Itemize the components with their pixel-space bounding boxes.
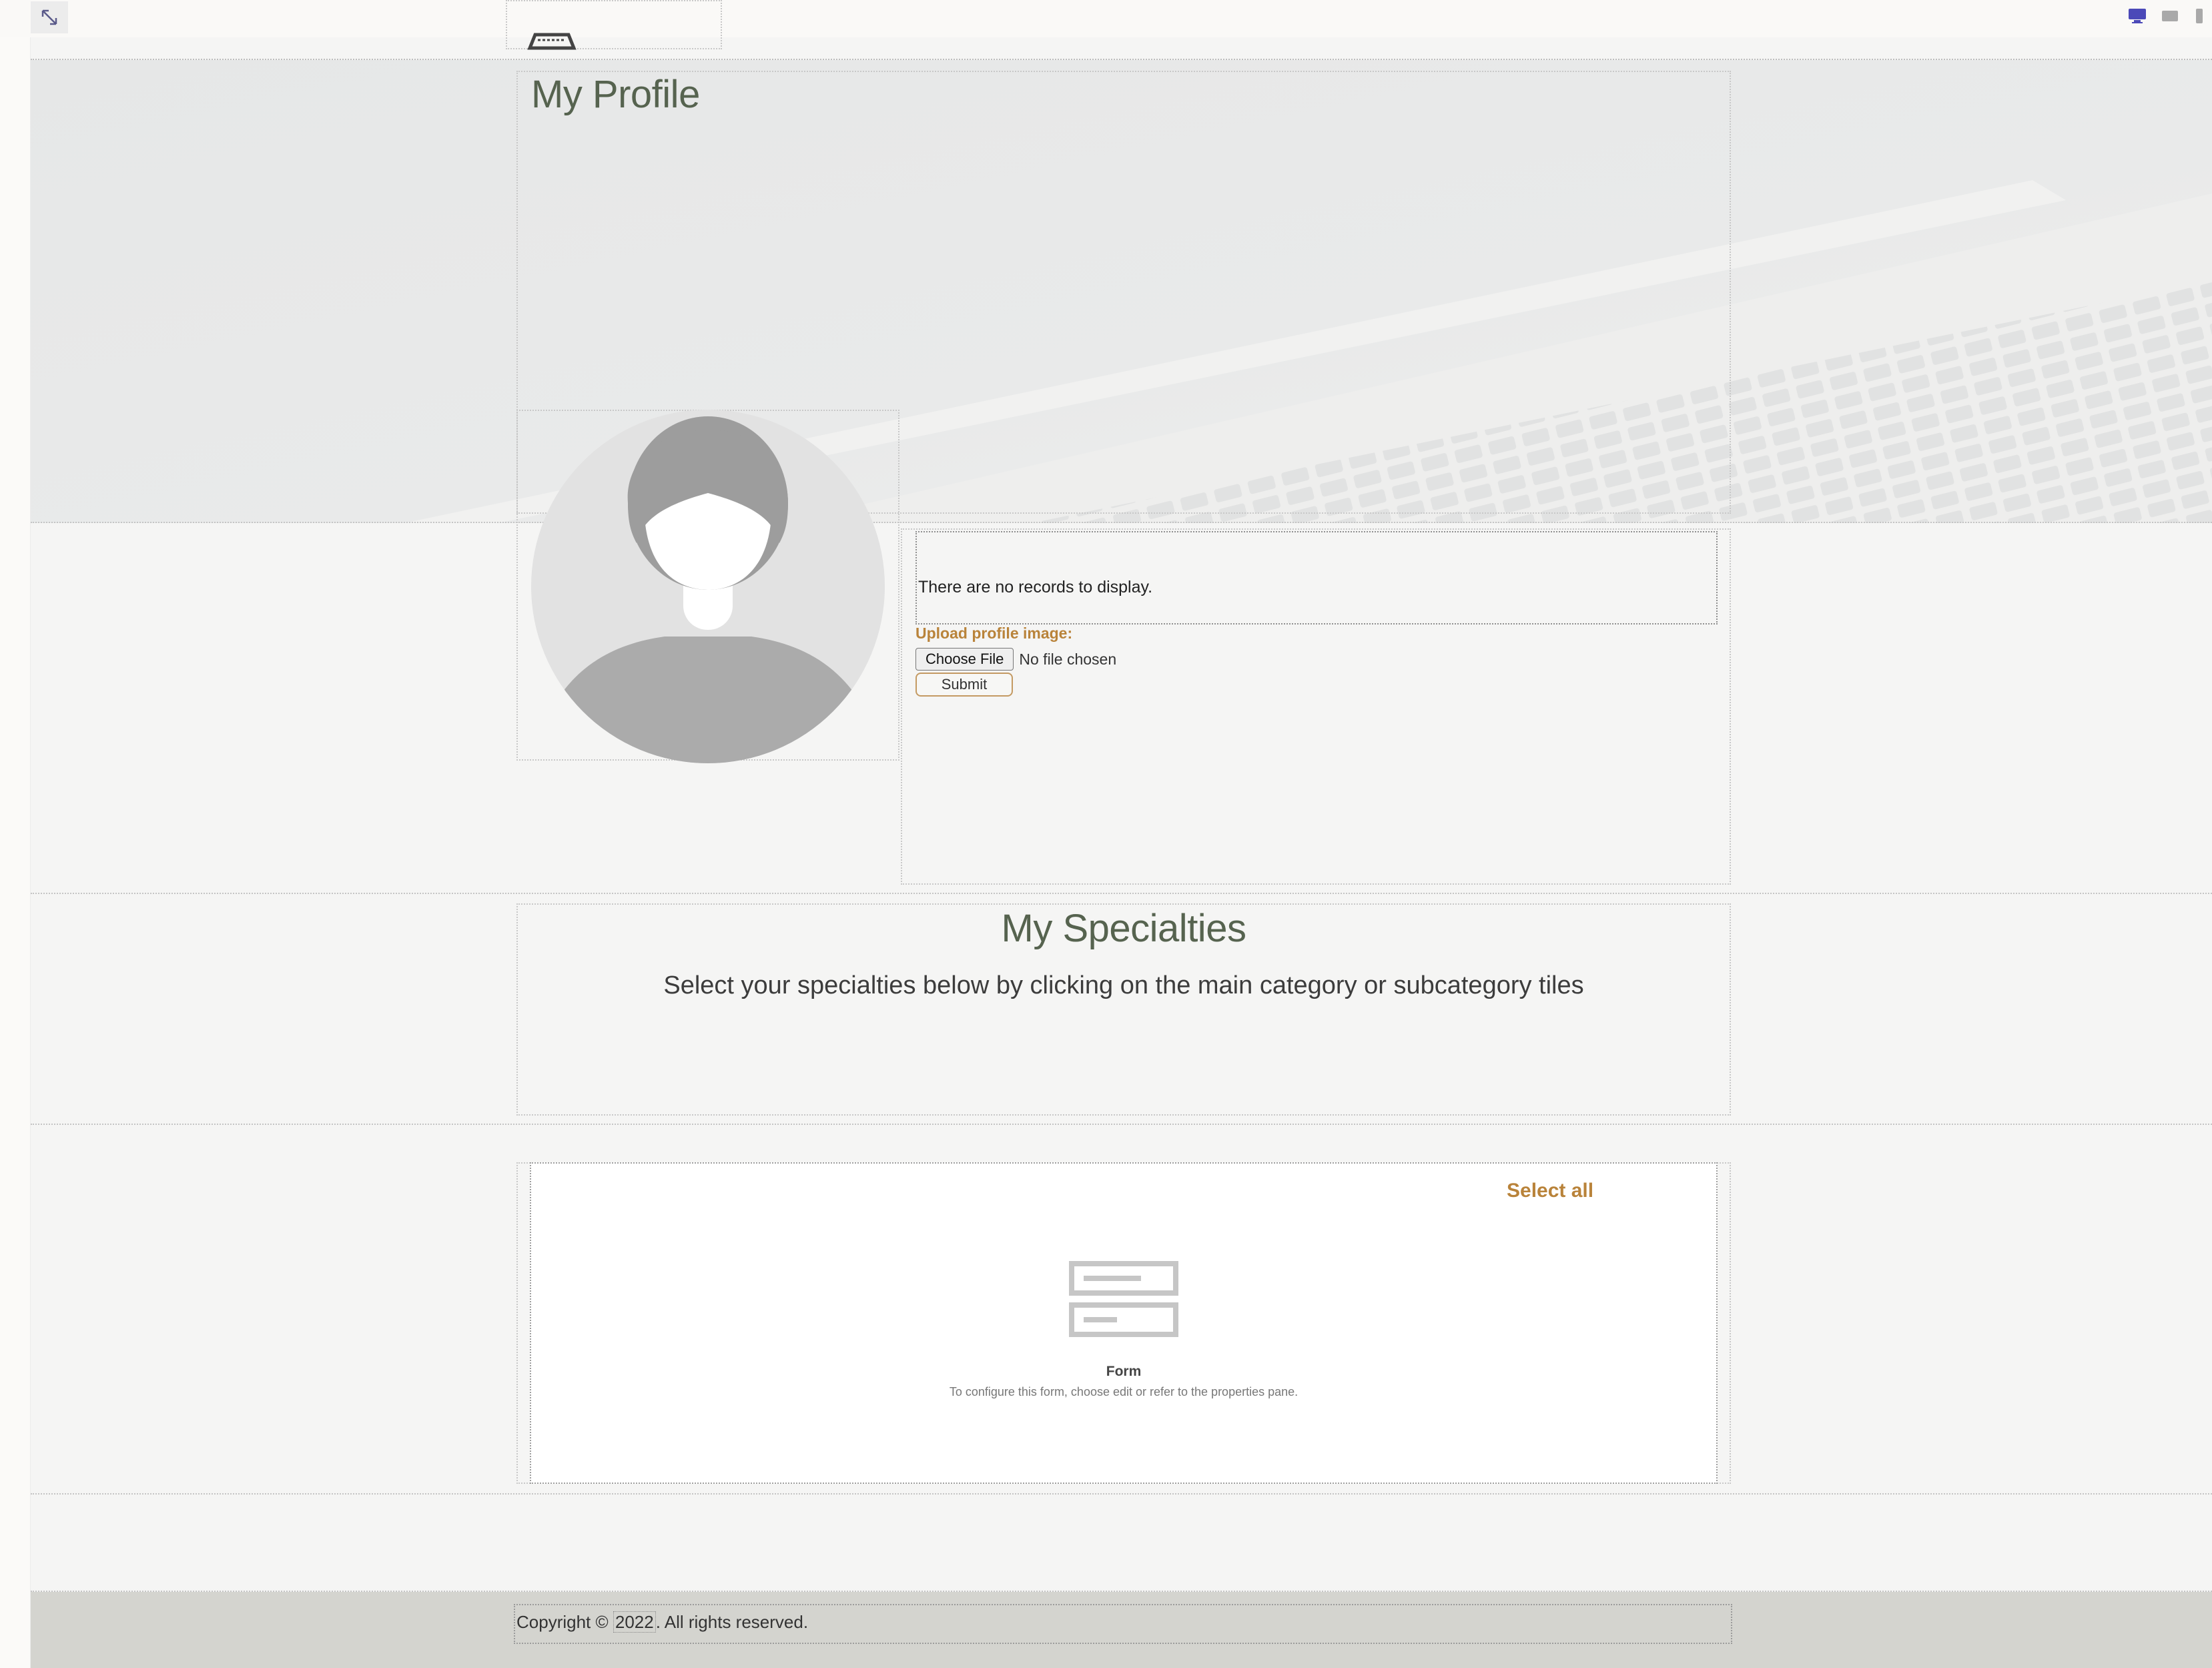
file-input-row: Choose File No file chosen (915, 647, 1116, 671)
copyright-prefix: Copyright © (516, 1612, 613, 1632)
copyright-text: Copyright © 2022. All rights reserved. (516, 1611, 809, 1633)
logo-icon (527, 33, 577, 50)
form-placeholder-title: Form (1106, 1364, 1142, 1379)
logo-placeholder[interactable] (506, 0, 722, 50)
left-rail (0, 0, 31, 1668)
tablet-icon[interactable] (2160, 7, 2180, 28)
expand-icon (41, 9, 57, 25)
copyright-suffix: . All rights reserved. (655, 1612, 809, 1632)
expand-button[interactable] (31, 1, 68, 33)
avatar (531, 410, 885, 763)
choose-file-button[interactable]: Choose File (915, 648, 1014, 671)
section-divider (31, 893, 2212, 894)
specialties-title: My Specialties (1001, 907, 1246, 950)
file-status: No file chosen (1019, 650, 1117, 668)
section-divider (31, 1124, 2212, 1125)
form-placeholder-hint: To configure this form, choose edit or r… (949, 1385, 1299, 1398)
upload-label: Upload profile image: (915, 624, 1073, 642)
mobile-icon[interactable] (2193, 7, 2206, 28)
section-divider (31, 1493, 2212, 1495)
page-title: My Profile (531, 73, 700, 116)
desktop-icon[interactable] (2127, 7, 2147, 28)
no-records-message: There are no records to display. (918, 578, 1153, 596)
form-icon (1069, 1261, 1178, 1337)
copyright-year[interactable]: 2022 (613, 1611, 656, 1633)
editor-toolbar (0, 0, 2212, 37)
select-all-link[interactable]: Select all (1507, 1180, 1593, 1202)
specialties-subtitle: Select your specialties below by clickin… (663, 971, 1584, 999)
submit-button[interactable]: Submit (915, 673, 1013, 697)
section-divider (31, 522, 2212, 523)
device-preview-switcher (2121, 3, 2212, 32)
